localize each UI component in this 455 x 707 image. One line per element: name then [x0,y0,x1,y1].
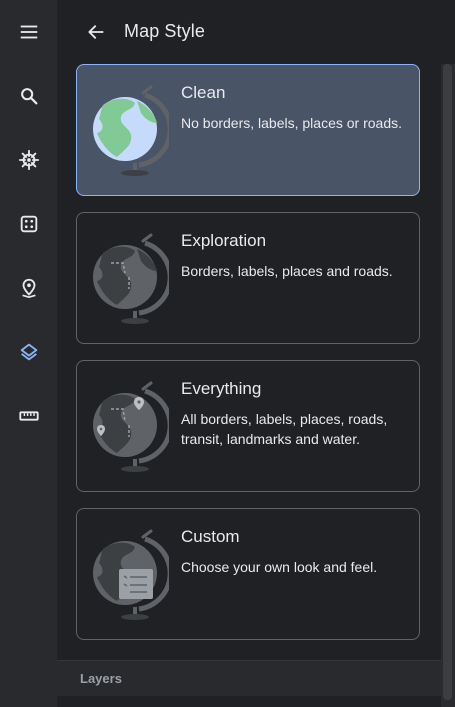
measure-button[interactable] [0,396,57,436]
place-pin-icon [21,278,36,299]
scrollbar-thumb[interactable] [443,64,452,700]
custom-globe-icon [93,529,169,620]
style-card-description: No borders, labels, places or roads. [181,115,402,131]
style-card-everything[interactable]: Everything All borders, labels, places, … [76,360,420,492]
style-card-title: Everything [181,379,262,398]
voyager-button[interactable] [0,140,57,180]
style-card-custom[interactable]: Custom Choose your own look and feel. [76,508,420,640]
search-icon [20,88,37,105]
menu-icon [20,25,37,39]
dice-icon [20,215,37,233]
style-card-title: Exploration [181,231,267,250]
left-nav-rail [0,0,57,707]
map-style-panel: Map Style Clean No borders, labels, plac… [57,0,455,707]
style-card-title: Custom [181,527,240,546]
layers-section-header[interactable]: Layers [57,660,441,696]
page-title: Map Style [124,21,205,41]
everything-globe-icon [93,381,169,472]
style-card-title: Clean [181,83,226,102]
projects-button[interactable] [0,268,57,308]
arrow-back-icon [88,25,104,39]
ship-wheel-icon [18,149,39,171]
exploration-globe-icon [93,233,169,324]
back-button[interactable] [84,20,108,44]
ruler-icon [18,411,39,421]
map-style-button[interactable] [0,332,57,372]
style-card-description: Choose your own look and feel. [181,559,378,575]
style-card-clean[interactable]: Clean No borders, labels, places or road… [76,64,420,196]
clean-globe-icon [93,85,169,176]
feeling-lucky-button[interactable] [0,204,57,244]
earth-app: Map Style Clean No borders, labels, plac… [0,0,455,707]
scrollbar[interactable] [441,64,455,707]
search-button[interactable] [0,76,57,116]
style-card-description: All borders, labels, places, roads, tran… [181,411,388,447]
style-card-exploration[interactable]: Exploration Borders, labels, places and … [76,212,420,344]
layers-label: Layers [80,671,122,686]
style-card-description: Borders, labels, places and roads. [181,263,393,279]
menu-button[interactable] [0,12,57,52]
layers-icon [20,343,37,361]
panel-header: Map Style [57,0,455,64]
